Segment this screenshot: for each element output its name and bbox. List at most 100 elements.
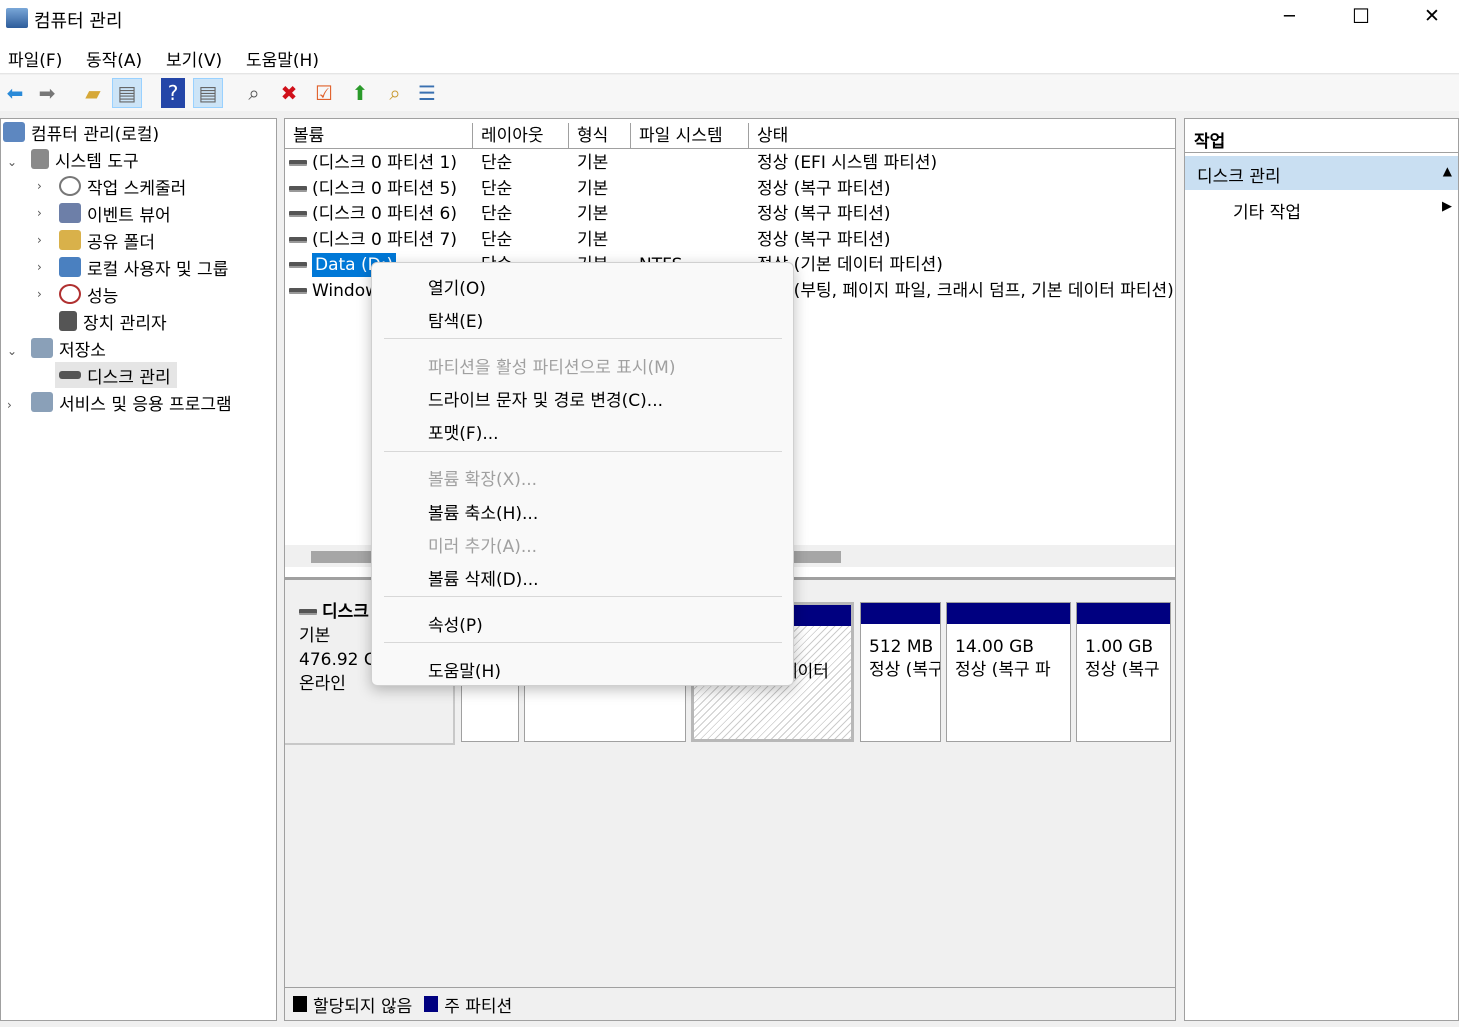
context-menu-item: 볼륨 확장(X)... — [428, 470, 538, 490]
cell-text: 기본 — [577, 178, 609, 199]
cell-text: 단순 — [481, 153, 513, 173]
up-folder-icon[interactable]: ▰ — [78, 78, 108, 108]
actions-section-disk-management[interactable]: 디스크 관리 ▲ — [1185, 156, 1458, 190]
forward-icon[interactable]: ➡ — [32, 78, 62, 108]
collapse-arrow-icon[interactable]: ▲ — [1443, 164, 1452, 178]
context-menu-item[interactable]: 볼륨 삭제(D)... — [428, 565, 539, 590]
tree-item-disk-management[interactable]: 디스크 관리 — [55, 362, 177, 388]
tree-item-task-scheduler[interactable]: 작업 스케줄러 — [59, 173, 186, 199]
cell: 정상 (복구 파티션) — [757, 202, 891, 227]
tree-item-local-users[interactable]: 로컬 사용자 및 그룹 — [59, 254, 228, 280]
cell-text: 기본 — [577, 204, 609, 224]
cell: 기본 — [577, 177, 608, 202]
search-icon[interactable]: ⌕ — [380, 78, 410, 108]
actions-pane: 작업 디스크 관리 ▲ 기타 작업 ▶ — [1184, 118, 1459, 1021]
cell: (디스크 0 파티션 7) — [289, 228, 457, 253]
tree-item-services-apps[interactable]: 서비스 및 응용 프로그램 — [31, 389, 232, 415]
chevron-right-icon[interactable]: › — [37, 287, 42, 301]
properties-icon[interactable]: ☑ — [309, 78, 339, 108]
legend-swatch-unallocated — [293, 996, 307, 1012]
cell-text: 단순 — [481, 178, 513, 199]
volume-row[interactable]: (디스크 0 파티션 1) 단순 기본 정상 (EFI 시스템 파티션) — [289, 151, 1169, 176]
column-header-layout[interactable]: 레이아웃 — [473, 123, 569, 149]
storage-icon — [31, 338, 53, 358]
menu-help[interactable]: 도움말(H) — [246, 46, 319, 71]
tree-item-shared-folders[interactable]: 공유 폴더 — [59, 227, 155, 253]
context-menu-item[interactable]: 열기(O) — [428, 274, 486, 299]
cell-text: (디스크 0 파티션 1) — [312, 153, 457, 173]
chevron-right-icon[interactable]: › — [37, 206, 42, 220]
close-button[interactable]: ✕ — [1424, 5, 1440, 27]
volume-row[interactable]: (디스크 0 파티션 7) 단순 기본 정상 (복구 파티션) — [289, 228, 1169, 253]
back-icon[interactable]: ⬅ — [0, 78, 30, 108]
column-header-status[interactable]: 상태 — [749, 123, 1175, 149]
actions-title: 작업 — [1185, 121, 1458, 153]
column-header-filesystem[interactable]: 파일 시스템 — [631, 123, 749, 149]
maximize-button[interactable]: ☐ — [1352, 4, 1370, 28]
volume-row[interactable]: (디스크 0 파티션 5) 단순 기본 정상 (복구 파티션) — [289, 177, 1169, 202]
drive-icon — [289, 287, 307, 294]
menu-separator — [384, 451, 782, 452]
cell: 정상 (복구 파티션) — [757, 228, 891, 253]
disk-icon — [299, 609, 317, 615]
cell: 단순 — [481, 228, 512, 253]
partition-status: 정상 (복구 파 — [955, 660, 1051, 680]
toolbar: ⬅ ➡ ▰ ▤ ? ▤ ⌕ ✖ ☑ ⬆ ⌕ ☰ — [0, 75, 1459, 111]
menu-file[interactable]: 파일(F) — [8, 46, 62, 71]
partition-block[interactable]: 512 MB 정상 (복구 — [860, 602, 941, 742]
cell-text: (디스크 0 파티션 5) — [312, 178, 457, 199]
cell-text: 정상 (복구 파티션) — [757, 229, 891, 250]
tree-item-event-viewer[interactable]: 이벤트 뷰어 — [59, 200, 171, 226]
cell: (디스크 0 파티션 1) — [289, 151, 457, 176]
show-hide-console-tree-icon[interactable]: ▤ — [112, 78, 142, 108]
partition-info: 14.00 GB 정상 (복구 파 — [947, 624, 1070, 682]
context-menu-item[interactable]: 도움말(H) — [428, 657, 501, 682]
tree-item-performance[interactable]: 성능 — [59, 281, 118, 307]
tree-item-device-manager[interactable]: 장치 관리자 — [59, 308, 167, 334]
minimize-button[interactable]: ─ — [1284, 6, 1295, 27]
checklist-icon[interactable]: ☰ — [412, 78, 442, 108]
chevron-right-icon[interactable]: › — [37, 260, 42, 274]
context-menu-item[interactable]: 드라이브 문자 및 경로 변경(C)... — [428, 386, 663, 411]
menu-action[interactable]: 동작(A) — [86, 46, 142, 71]
chevron-right-icon[interactable]: › — [37, 233, 42, 247]
drive-icon — [289, 211, 307, 217]
show-hide-action-pane-icon[interactable]: ▤ — [193, 78, 223, 108]
context-menu-item[interactable]: 볼륨 축소(H)... — [428, 499, 538, 524]
volume-row[interactable]: (디스크 0 파티션 6) 단순 기본 정상 (복구 파티션) — [289, 202, 1169, 227]
cell-text: 단순 — [481, 204, 513, 224]
menu-view[interactable]: 보기(V) — [166, 46, 222, 71]
computer-icon — [3, 122, 25, 142]
cell: 기본 — [577, 202, 608, 227]
partition-block[interactable]: 1.00 GB 정상 (복구 — [1076, 602, 1171, 742]
users-icon — [59, 257, 81, 277]
cell-text: 단순 — [481, 229, 513, 250]
tree-item-system-tools[interactable]: 시스템 도구 — [31, 146, 139, 172]
window-title: 컴퓨터 관리 — [34, 11, 123, 32]
partition-type-bar — [861, 603, 940, 624]
action-more-actions[interactable]: 기타 작업 ▶ — [1185, 195, 1458, 225]
context-menu: 열기(O) 탐색(E) 파티션을 활성 파티션으로 표시(M) 드라이브 문자 및 경… — [371, 262, 794, 686]
column-header-volume[interactable]: 볼륨 — [285, 123, 473, 149]
help-icon[interactable]: ? — [161, 78, 185, 108]
tree-root[interactable]: 컴퓨터 관리(로컬) — [3, 119, 159, 145]
column-header-type[interactable]: 형식 — [569, 123, 631, 149]
import-icon[interactable]: ⬆ — [345, 78, 375, 108]
menu-bar: 파일(F) 동작(A) 보기(V) 도움말(H) — [0, 40, 1459, 74]
context-menu-item[interactable]: 속성(P) — [428, 611, 483, 636]
cell: 정상 (부팅, 페이지 파일, 크래시 덤프, 기본 데이터 파티션) — [757, 279, 1174, 304]
partition-block[interactable]: 14.00 GB 정상 (복구 파 — [946, 602, 1071, 742]
chevron-down-icon[interactable]: ⌄ — [7, 155, 17, 169]
context-menu-item[interactable]: 포맷(F)... — [428, 419, 499, 444]
chevron-right-icon[interactable]: › — [7, 398, 12, 412]
delete-icon[interactable]: ✖ — [274, 78, 304, 108]
submenu-arrow-icon: ▶ — [1442, 199, 1452, 214]
chevron-down-icon[interactable]: ⌄ — [7, 344, 17, 358]
context-menu-item[interactable]: 탐색(E) — [428, 307, 483, 332]
connect-drive-icon[interactable]: ⌕ — [239, 78, 269, 108]
drive-icon — [289, 262, 307, 268]
cell: 단순 — [481, 202, 512, 227]
services-icon — [31, 392, 53, 412]
tree-item-storage[interactable]: 저장소 — [31, 335, 106, 361]
chevron-right-icon[interactable]: › — [37, 179, 42, 193]
